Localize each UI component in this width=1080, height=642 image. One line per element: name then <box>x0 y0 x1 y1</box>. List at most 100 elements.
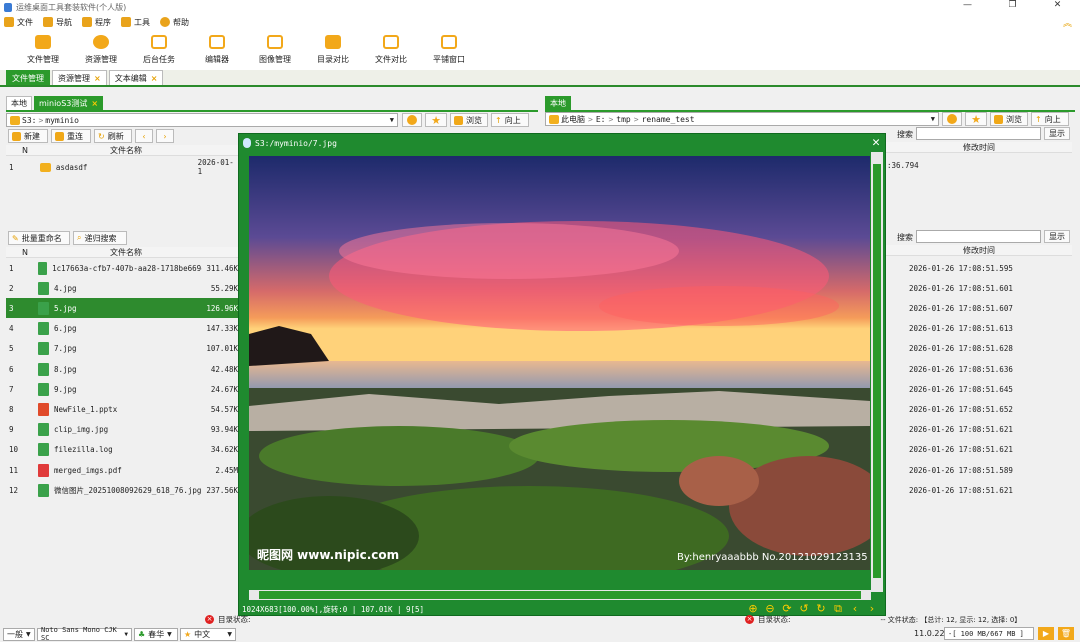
search-input[interactable] <box>916 127 1041 140</box>
collapse-ribbon-icon[interactable]: ︽ <box>1063 16 1072 29</box>
recursive-search-button[interactable]: ⌕ 递归搜索 <box>73 231 127 245</box>
document-tabs: 文件管理 资源管理 × 文本编辑 × <box>0 70 1080 87</box>
left-top-table-header: N 文件名称 <box>6 145 238 156</box>
favorite-button-right[interactable]: ★ <box>965 112 987 126</box>
toolbar-dir-compare[interactable]: 目录对比 <box>304 30 362 70</box>
mtime-cell: 2026-01-26 17:08:51.645 <box>909 384 1013 394</box>
toolbar-editor[interactable]: 编辑器 <box>188 30 246 70</box>
toolbar-image-manager[interactable]: 图像管理 <box>246 30 304 70</box>
compare-icon <box>383 35 399 49</box>
close-button[interactable]: ✕ <box>1035 0 1080 10</box>
tab-resource-manager[interactable]: 资源管理 × <box>52 70 107 85</box>
font-select[interactable]: Noto Sans Mono CJK SC ▼ <box>37 626 132 642</box>
browse-button[interactable]: 浏览 <box>450 113 488 127</box>
error-icon: × <box>745 615 754 624</box>
mtime-cell: 2026-01-26 17:08:51.601 <box>909 283 1013 293</box>
show-button[interactable]: 显示 <box>1044 127 1070 140</box>
close-icon[interactable]: × <box>151 74 158 83</box>
show-button-2[interactable]: 显示 <box>1044 230 1070 243</box>
tool-icon <box>121 17 131 27</box>
skin-select[interactable]: ♣ 春华 ▼ <box>134 627 178 641</box>
search-icon: ⌕ <box>77 233 82 242</box>
viewer-horizontal-scrollbar[interactable] <box>249 590 871 600</box>
favorite-button[interactable]: ★ <box>425 113 447 127</box>
table-row[interactable]: 6 8.jpg 42.48K <box>6 359 238 379</box>
table-row[interactable]: 11 merged_imgs.pdf 2.45M <box>6 460 238 480</box>
right-address-bar[interactable]: 此电脑 > E: > tmp > rename_test ▼ <box>545 112 939 126</box>
search-label-2: 搜索 <box>897 233 913 242</box>
new-button[interactable]: 新建 <box>8 129 48 143</box>
table-row[interactable]: 3 5.jpg 126.96K <box>6 298 238 319</box>
refresh-icon: ↻ <box>98 131 105 141</box>
batch-rename-button[interactable]: ✎ 批量重命名 <box>8 231 70 245</box>
up-button[interactable]: ↑ 向上 <box>491 113 529 127</box>
refresh-button[interactable]: ↻ 刷新 <box>94 129 132 143</box>
go-button[interactable] <box>402 113 422 127</box>
viewer-image[interactable]: 昵图网 www.nipic.com By:henryaaabbb No.2012… <box>249 156 870 570</box>
table-row[interactable]: 7 9.jpg 24.67K <box>6 379 238 399</box>
window-title: 运维桌面工具套装软件(个人版) <box>16 2 127 12</box>
circle-arrow-icon <box>947 114 957 124</box>
partial-time: :36.794 <box>887 161 919 170</box>
folder-open-icon <box>35 35 51 49</box>
trash-icon[interactable]: 🗑 <box>1058 627 1074 640</box>
table-row[interactable]: 4 6.jpg 147.33K <box>6 319 238 339</box>
left-address-bar[interactable]: S3: > myminio ▼ <box>6 113 398 127</box>
table-row[interactable]: 9 clip_img.jpg 93.94K <box>6 420 238 440</box>
jpg-file-icon <box>38 382 49 396</box>
dropdown-icon[interactable]: ▼ <box>390 116 394 124</box>
table-row[interactable]: 11c17663a-cfb7-407b-aa28-1718be669ccc.jp… <box>6 258 238 278</box>
ribbon-toolbar: 文件管理 资源管理 后台任务 编辑器 图像管理 目录对比 文件对比 平铺窗口 <box>0 30 1080 70</box>
table-row[interactable]: 5 7.jpg 107.01K <box>6 339 238 359</box>
play-icon[interactable]: ▶ <box>1038 627 1054 640</box>
toolbar-file-compare[interactable]: 文件对比 <box>362 30 420 70</box>
viewer-vertical-scrollbar[interactable] <box>871 152 883 592</box>
minimize-button[interactable]: — <box>945 0 990 10</box>
reconnect-button[interactable]: 重连 <box>51 129 91 143</box>
back-button[interactable]: ‹ <box>135 129 153 143</box>
table-row[interactable]: 2 4.jpg 55.29K <box>6 278 238 298</box>
lang-select[interactable]: ★ 中文 ▼ <box>180 627 236 641</box>
pptx-file-icon <box>38 402 49 416</box>
menu-file[interactable]: 文件 <box>4 17 33 28</box>
mode-select[interactable]: 一般 ▼ <box>3 627 35 641</box>
tab-local[interactable]: 本地 <box>6 96 32 110</box>
menu-program[interactable]: 程序 <box>82 17 111 28</box>
tab-file-manager[interactable]: 文件管理 <box>6 70 50 85</box>
jpg-file-icon <box>38 301 49 315</box>
tab-local-right[interactable]: 本地 <box>545 96 571 110</box>
browse-button-right[interactable]: 浏览 <box>990 112 1028 126</box>
leaf-icon: ♣ <box>138 629 146 639</box>
toolbar-tile-windows[interactable]: 平铺窗口 <box>420 30 478 70</box>
right-file-mtime-header: 修改时间 <box>886 245 1072 256</box>
forward-button[interactable]: › <box>156 129 174 143</box>
scrollbar-thumb[interactable] <box>873 164 881 578</box>
tab-minio-s3[interactable]: minioS3测试 × <box>34 96 104 110</box>
go-button-right[interactable] <box>942 112 962 126</box>
jpg-file-icon <box>38 322 49 336</box>
toolbar-file-manager[interactable]: 文件管理 <box>14 30 72 70</box>
up-button-right[interactable]: ↑ 向上 <box>1031 112 1069 126</box>
table-row[interactable]: 1 asdasdf 2026-01-1 <box>6 157 238 177</box>
table-row[interactable]: 12 微信图片_20251008092629_618_76.jpg 237.56K <box>6 480 238 500</box>
toolbar-background-tasks[interactable]: 后台任务 <box>130 30 188 70</box>
app-icon <box>243 138 251 148</box>
program-icon <box>82 17 92 27</box>
menu-nav[interactable]: 导航 <box>43 17 72 28</box>
search-input-2[interactable] <box>916 230 1041 243</box>
close-icon[interactable]: × <box>94 74 101 83</box>
close-icon[interactable]: × <box>91 99 98 108</box>
memory-indicator: -[ 100 MB/667 MB ] <box>944 627 1034 640</box>
dropdown-icon[interactable]: ▼ <box>931 115 935 123</box>
close-icon[interactable]: ✕ <box>872 135 880 150</box>
menu-tool[interactable]: 工具 <box>121 17 150 28</box>
tab-text-editor[interactable]: 文本编辑 × <box>108 70 164 85</box>
menu-help[interactable]: 帮助 <box>160 17 189 28</box>
table-row[interactable]: 8 NewFile_1.pptx 54.57K <box>6 399 238 419</box>
toolbar-resource-manager[interactable]: 资源管理 <box>72 30 130 70</box>
watermark-left: 昵图网 www.nipic.com <box>257 548 400 562</box>
dropdown-icon: ▼ <box>124 630 128 638</box>
table-row[interactable]: 10 filezilla.log 34.62K <box>6 440 238 460</box>
restore-button[interactable]: ❐ <box>990 0 1035 10</box>
scrollbar-thumb[interactable] <box>259 591 861 599</box>
